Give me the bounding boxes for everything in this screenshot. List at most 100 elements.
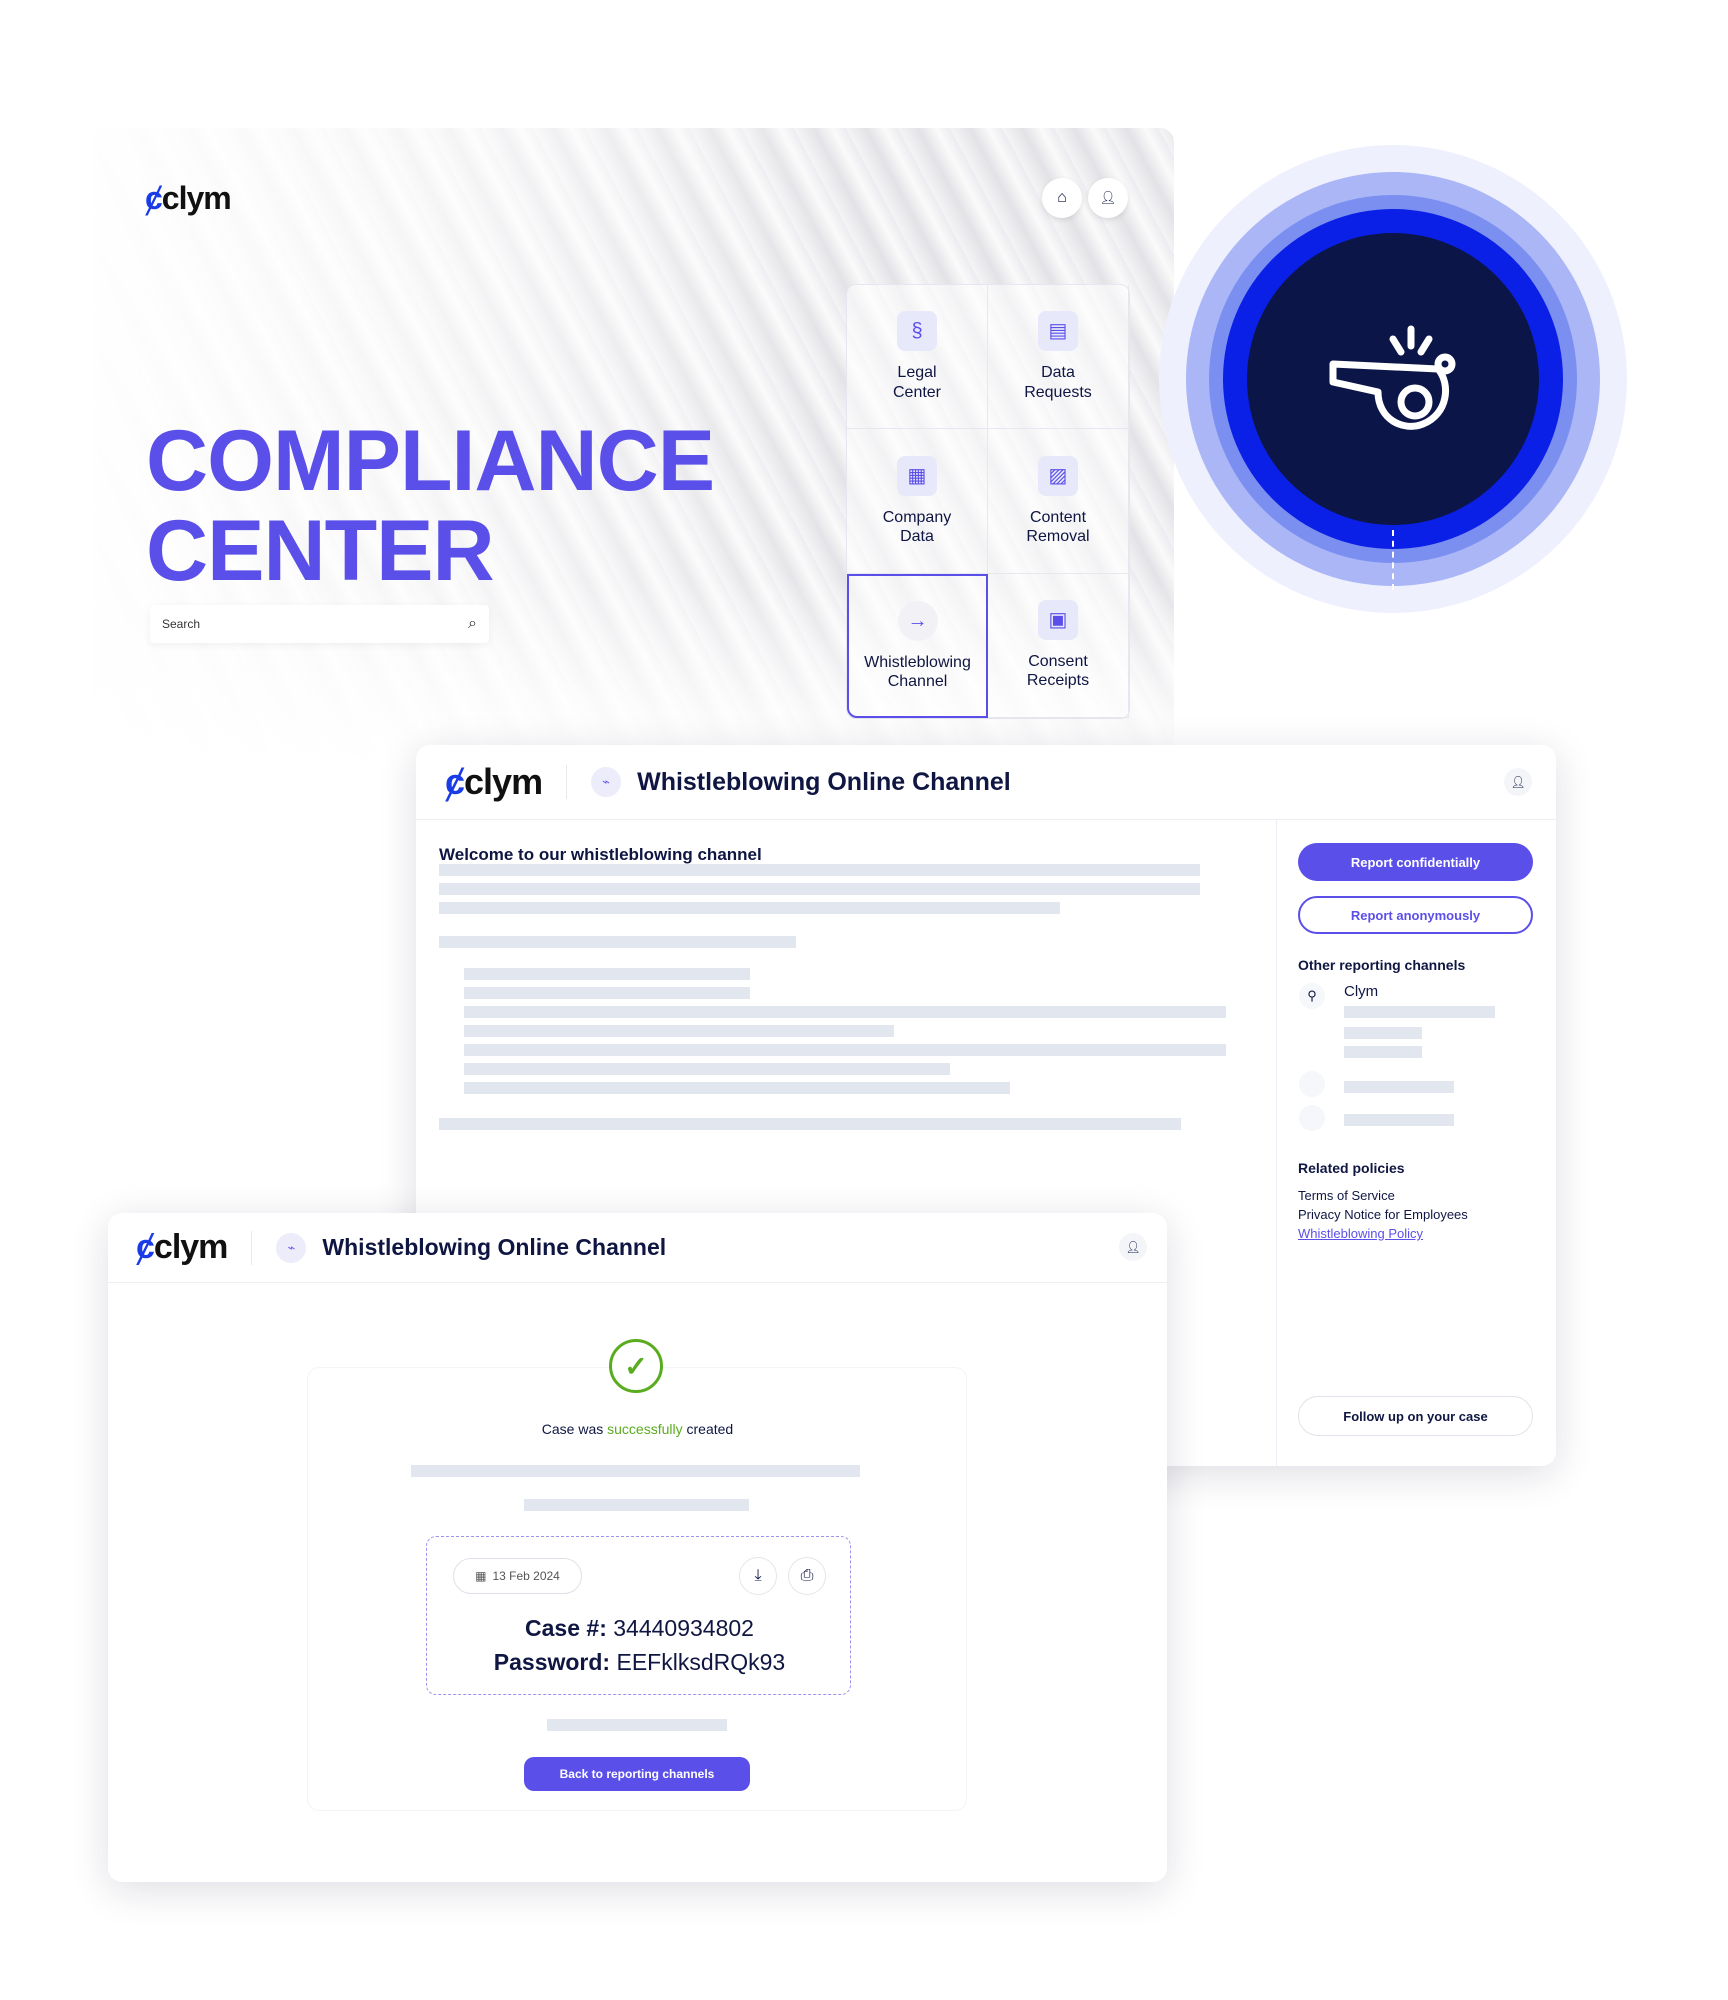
- search-input[interactable]: Search ⌕: [150, 605, 489, 643]
- case-value: 34440934802: [613, 1615, 754, 1641]
- skeleton-line: [1344, 1081, 1454, 1093]
- channel-icon-placeholder: [1299, 1105, 1325, 1131]
- tile-label-line2: Receipts: [1026, 672, 1090, 690]
- report-confidentially-button[interactable]: Report confidentially: [1298, 843, 1533, 881]
- case-credentials-box: ▦ 13 Feb 2024 ⤓ ⎙ Case #: 34440934802 Pas…: [426, 1536, 851, 1695]
- header-divider: [566, 765, 568, 799]
- home-button[interactable]: ⌂: [1042, 178, 1082, 218]
- confirmation-title: Whistleblowing Online Channel: [322, 1234, 667, 1260]
- home-icon: ⌂: [1057, 189, 1067, 206]
- password-label: Password:: [493, 1649, 611, 1675]
- print-icon: ⎙: [800, 1567, 814, 1584]
- skeleton-line: [1344, 1006, 1495, 1018]
- whistle-icon: ⌁: [591, 767, 622, 797]
- whistle-badge: [1247, 233, 1539, 525]
- case-date: 13 Feb 2024: [492, 1569, 560, 1583]
- skeleton-line: [464, 1063, 950, 1075]
- user-icon[interactable]: 👤︎: [1119, 1233, 1147, 1261]
- channel-name: Clym: [1344, 983, 1379, 1000]
- whistle-icon: ⌁: [276, 1232, 307, 1263]
- channel-header: ȼ clym ⌁ Whistleblowing Online Channel 👤︎: [416, 745, 1556, 820]
- skeleton-line: [1344, 1046, 1422, 1058]
- follow-up-button[interactable]: Follow up on your case: [1298, 1396, 1533, 1436]
- logo-text: clym: [161, 180, 232, 216]
- tile-label-line2: Data: [900, 527, 934, 545]
- download-button[interactable]: ⤓: [739, 1557, 777, 1595]
- policy-link-whistleblowing[interactable]: Whistleblowing Policy: [1298, 1226, 1423, 1241]
- skeleton-line: [439, 936, 796, 948]
- tile-label-line1: Consent: [1028, 653, 1088, 671]
- skeleton-line: [524, 1499, 749, 1511]
- tile-label-line1: Data: [1041, 364, 1075, 382]
- password-value: EEFklksdRQk93: [616, 1649, 786, 1675]
- print-button[interactable]: ⎙: [788, 1557, 826, 1595]
- tile-label-line2: Requests: [1024, 383, 1092, 401]
- confirmation-header: ȼ clym ⌁ Whistleblowing Online Channel 👤︎: [108, 1213, 1167, 1283]
- case-confirmation-window: ȼ clym ⌁ Whistleblowing Online Channel 👤︎…: [108, 1213, 1167, 1882]
- tile-label-line2: Removal: [1026, 527, 1090, 545]
- skeleton-line: [439, 883, 1200, 895]
- tile-whistleblowing[interactable]: → Whistleblowing Channel: [847, 573, 988, 718]
- skeleton-line: [547, 1719, 727, 1731]
- tile-label-line1: Company: [882, 508, 952, 526]
- tile-label-line2: Channel: [887, 672, 948, 690]
- tile-data[interactable]: ▤ Data Requests: [988, 285, 1129, 430]
- user-icon: 👤︎: [1099, 190, 1117, 205]
- skeleton-line: [439, 902, 1060, 914]
- policy-link-terms[interactable]: Terms of Service: [1298, 1188, 1395, 1203]
- back-to-channels-button[interactable]: Back to reporting channels: [524, 1757, 750, 1791]
- skeleton-line: [464, 968, 750, 980]
- tile-label: Whistleblowing Channel: [864, 653, 971, 691]
- skeleton-line: [464, 1025, 894, 1037]
- logo-text: clym: [464, 761, 543, 802]
- search-icon[interactable]: ⌕: [468, 615, 477, 633]
- policy-link-privacy[interactable]: Privacy Notice for Employees: [1298, 1207, 1468, 1222]
- other-channels-heading: Other reporting channels: [1298, 957, 1466, 973]
- skeleton-line: [411, 1465, 860, 1477]
- connector-line-vertical: [1392, 530, 1394, 590]
- channel-title: Whistleblowing Online Channel: [637, 767, 1011, 796]
- clym-logo[interactable]: ȼ clym: [136, 1228, 228, 1267]
- skeleton-line: [1344, 1114, 1454, 1126]
- skeleton-line: [464, 1044, 1226, 1056]
- tile-label: Legal Center: [893, 363, 941, 401]
- user-icon[interactable]: 👤︎: [1504, 768, 1532, 796]
- section-sign-icon: §: [897, 311, 937, 352]
- clym-logo[interactable]: ȼ clym: [145, 180, 232, 217]
- tile-legal[interactable]: § Legal Center: [847, 285, 988, 430]
- skeleton-line: [464, 987, 750, 999]
- whistle-icon: [1329, 325, 1456, 430]
- related-policies-heading: Related policies: [1298, 1160, 1405, 1176]
- welcome-heading: Welcome to our whistleblowing channel: [439, 845, 762, 864]
- building-icon: ▦: [897, 455, 937, 496]
- tile-label-line2: Center: [892, 383, 942, 401]
- case-password: Password: EEFklksdRQk93: [427, 1649, 852, 1676]
- clym-check-icon: ȼ: [136, 1228, 155, 1266]
- skeleton-line: [464, 1082, 1010, 1094]
- clym-logo[interactable]: ȼ clym: [445, 761, 543, 803]
- location-pin-icon: ⚲: [1299, 983, 1325, 1009]
- msg-text: Case was: [541, 1421, 608, 1437]
- header-divider: [251, 1230, 253, 1265]
- tile-label: Data Requests: [1024, 363, 1092, 401]
- skeleton-line: [1344, 1027, 1422, 1039]
- case-label: Case #:: [525, 1615, 607, 1641]
- tile-label: Company Data: [883, 508, 951, 546]
- skeleton-line: [464, 1006, 1226, 1018]
- logo-text: clym: [153, 1228, 228, 1266]
- document-icon: ▣: [1038, 600, 1078, 641]
- skeleton-line: [439, 864, 1200, 876]
- sidebar-divider: [1276, 820, 1277, 1466]
- date-pill: ▦ 13 Feb 2024: [453, 1558, 582, 1594]
- image-icon: ▨: [1038, 455, 1078, 496]
- report-anonymously-button[interactable]: Report anonymously: [1298, 896, 1533, 934]
- tile-company[interactable]: ▦ Company Data: [847, 429, 988, 574]
- user-button[interactable]: 👤︎: [1088, 178, 1128, 218]
- success-message: Case was successfully created: [108, 1421, 1167, 1437]
- tile-content[interactable]: ▨ Content Removal: [988, 429, 1129, 574]
- tile-label-line1: Content: [1029, 508, 1087, 526]
- tile-label-line1: Legal: [897, 364, 937, 382]
- tile-consent[interactable]: ▣ Consent Receipts: [988, 573, 1129, 718]
- arrow-right-icon: →: [897, 600, 938, 641]
- hero-title-line1: COMPLIANCE: [146, 413, 715, 509]
